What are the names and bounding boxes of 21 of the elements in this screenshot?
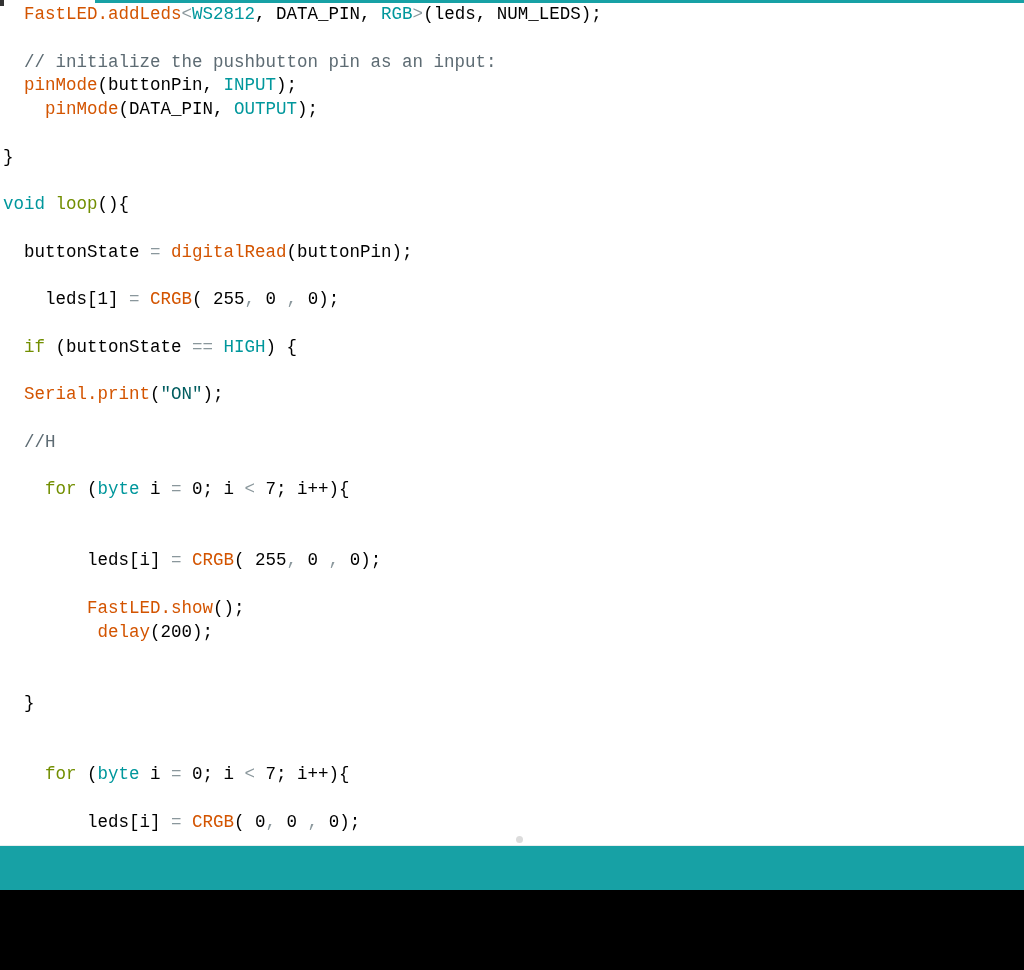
- code-line: }: [3, 145, 15, 169]
- code-line: if (buttonState == HIGH) {: [23, 335, 299, 359]
- code-line: FastLED.show();: [86, 596, 246, 620]
- code-line: pinMode(DATA_PIN, OUTPUT);: [44, 98, 320, 121]
- code-line: //H: [23, 430, 57, 454]
- code-line: for (byte i = 0; i < 7; i++){: [44, 478, 351, 501]
- code-line: pinMode(buttonPin, INPUT);: [23, 74, 299, 98]
- code-line: Serial.print("ON");: [23, 383, 225, 406]
- code-line: }: [23, 691, 36, 715]
- code-line: leds[1] = CRGB( 255, 0 , 0);: [44, 288, 341, 311]
- code-line: for (byte i = 0; i < 7; i++){: [44, 763, 351, 786]
- code-line: delay(200);: [96, 620, 215, 644]
- code-line: void loop(){: [3, 193, 131, 216]
- scroll-indicator: [516, 836, 523, 843]
- code-line: buttonState = digitalRead(buttonPin);: [23, 240, 414, 264]
- code-editor[interactable]: [0, 0, 1024, 845]
- code-line: leds[i] = CRGB( 0, 0 , 0);: [86, 810, 362, 834]
- code-line: FastLED.addLeds<WS2812, DATA_PIN, RGB>(leds, NUM_LEDS);: [23, 3, 603, 26]
- tab-edge: [0, 0, 4, 6]
- code-line: // initialize the pushbutton pin as an input:: [23, 50, 498, 74]
- code-line: leds[i] = CRGB( 255, 0 , 0);: [86, 549, 383, 573]
